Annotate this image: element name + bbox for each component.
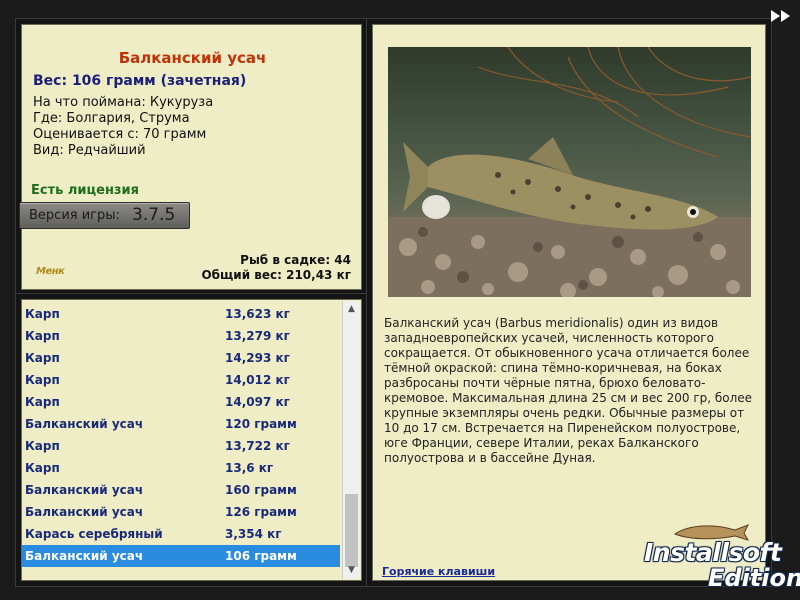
brand-line2: Edition — [708, 564, 800, 592]
list-item-weight: 14,012 кг — [225, 373, 290, 387]
list-item-name: Карп — [25, 461, 60, 475]
list-item-name: Карась серебряный — [25, 527, 163, 541]
list-item-name: Карп — [25, 439, 60, 453]
hotkeys-link[interactable]: Горячие клавиши — [382, 565, 495, 578]
list-item-name: Балканский усач — [25, 483, 144, 497]
fish-info-panel: Балканский усач Вес: 106 грамм (зачетная… — [19, 24, 362, 290]
license-status: Есть лицензия — [31, 183, 139, 198]
list-item-name: Карп — [25, 351, 60, 365]
list-item-weight: 126 грамм — [225, 505, 297, 519]
small-logo: Менк — [36, 266, 65, 277]
list-item-name: Балканский усач — [25, 549, 144, 563]
list-item-name: Балканский усач — [25, 505, 144, 519]
list-item-weight: 3,354 кг — [225, 527, 282, 541]
list-item-weight: 120 грамм — [225, 417, 297, 431]
list-item-weight: 13,6 кг — [225, 461, 274, 475]
list-item[interactable]: Карп 14,097 кг — [22, 391, 340, 413]
list-item-name: Карп — [25, 307, 60, 321]
valued-from-text: Оценивается с: 70 грамм — [33, 127, 207, 142]
rarity-text: Вид: Редчайший — [33, 143, 146, 158]
list-item[interactable]: Балканский усач 120 грамм — [22, 413, 340, 435]
list-item[interactable]: Карась серебряный 3,354 кг — [22, 523, 340, 545]
list-item-weight: 14,293 кг — [225, 351, 290, 365]
list-item-weight: 106 грамм — [225, 549, 297, 563]
list-item-weight: 13,623 кг — [225, 307, 290, 321]
list-item-name: Карп — [25, 373, 60, 387]
list-item[interactable]: Балканский усач 106 грамм — [22, 545, 340, 567]
caught-on-text: На что поймана: Кукуруза — [33, 95, 214, 110]
version-label: Версия игры: — [29, 208, 120, 223]
list-item[interactable]: Карп 13,722 кг — [22, 435, 340, 457]
list-item[interactable]: Балканский усач 126 грамм — [22, 501, 340, 523]
chevron-down-icon[interactable]: ▼ — [343, 562, 360, 579]
list-item[interactable]: Карп 14,012 кг — [22, 369, 340, 391]
list-item-name: Карп — [25, 395, 60, 409]
list-item-name: Балканский усач — [25, 417, 144, 431]
cage-count: Рыб в садке: 44 — [240, 253, 351, 267]
list-item-weight: 14,097 кг — [225, 395, 290, 409]
fish-description: Балканский усач (Barbus meridionalis) од… — [384, 316, 753, 465]
brand-logo: Installsoft Edition — [640, 524, 800, 594]
total-weight: Общий вес: 210,43 кг — [201, 268, 351, 282]
chevron-up-icon[interactable]: ▲ — [343, 301, 360, 318]
list-item[interactable]: Карп 13,6 кг — [22, 457, 340, 479]
list-item-weight: 13,722 кг — [225, 439, 290, 453]
brand-line1: Installsoft — [644, 538, 782, 567]
list-item-weight: 13,279 кг — [225, 329, 290, 343]
list-item[interactable]: Карп 13,623 кг — [22, 303, 340, 325]
list-item[interactable]: Карп 14,293 кг — [22, 347, 340, 369]
catch-list-panel: Карп 13,623 кг Карп 13,279 кг Карп 14,293 кг К… — [21, 299, 362, 581]
fish-description-panel: Балканский усач (Barbus meridionalis) од… — [372, 24, 766, 581]
list-item[interactable]: Карп 13,279 кг — [22, 325, 340, 347]
list-item[interactable]: Балканский усач 160 грамм — [22, 479, 340, 501]
version-badge: Версия игры: 3.7.5 — [19, 202, 190, 229]
list-item-weight: 160 грамм — [225, 483, 297, 497]
location-text: Где: Болгария, Струма — [33, 111, 190, 126]
catch-list: Карп 13,623 кг Карп 13,279 кг Карп 14,293 кг К… — [22, 303, 340, 567]
version-value: 3.7.5 — [132, 205, 176, 225]
fish-photo — [388, 47, 751, 297]
list-item-name: Карп — [25, 329, 60, 343]
fast-forward-icon[interactable] — [770, 9, 792, 23]
fish-weight: Вес: 106 грамм (зачетная) — [33, 73, 247, 89]
scrollbar-thumb[interactable] — [345, 494, 358, 567]
fish-title: Балканский усач — [118, 49, 267, 67]
list-scrollbar[interactable]: ▲ ▼ — [342, 301, 360, 579]
